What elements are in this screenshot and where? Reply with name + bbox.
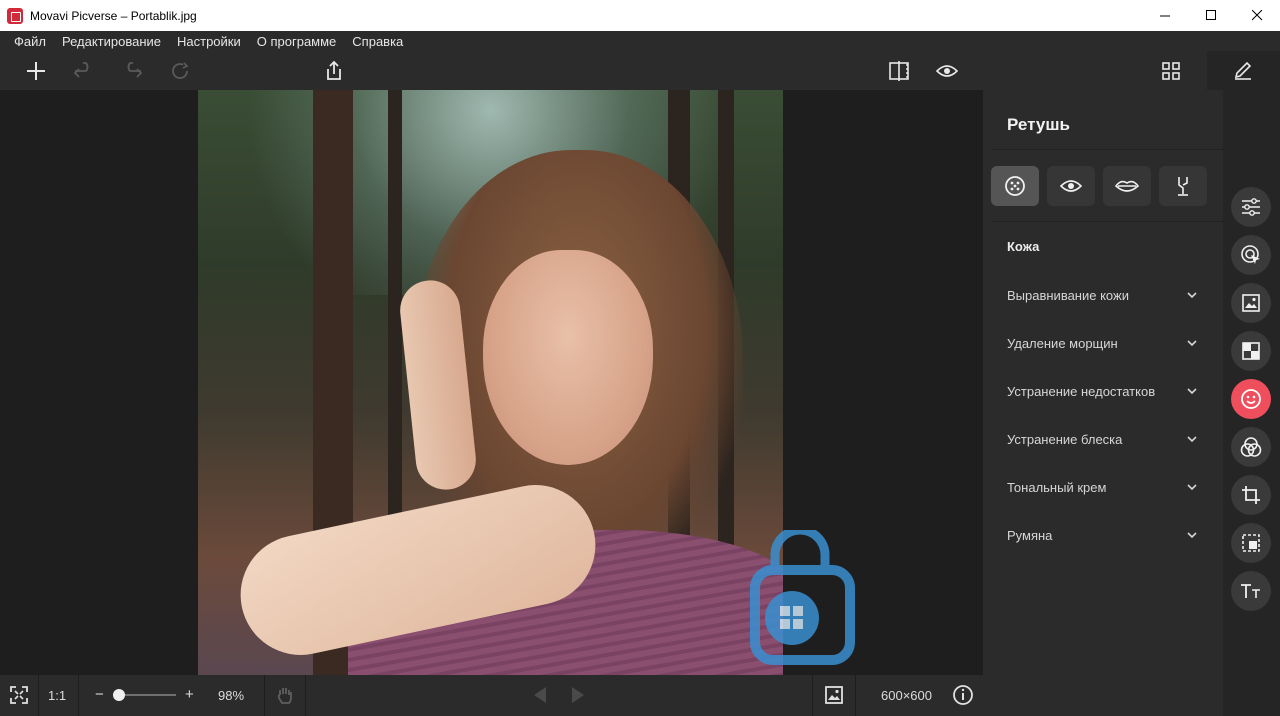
section-title-skin: Кожа — [1007, 239, 1040, 254]
hand-icon[interactable] — [276, 685, 294, 710]
bottom-divider — [812, 675, 813, 716]
panel-divider — [991, 149, 1223, 150]
chevron-down-icon — [1187, 339, 1197, 346]
adj-item-label: Устранение блеска — [1007, 431, 1123, 447]
adj-item-label: Удаление морщин — [1007, 335, 1118, 351]
chevron-down-icon — [1187, 291, 1197, 298]
text-icon[interactable] — [1231, 571, 1271, 611]
retouch-face-icon[interactable] — [1231, 379, 1271, 419]
next-arrow-icon[interactable] — [570, 686, 586, 709]
zoom-out-button[interactable]: − — [95, 686, 104, 703]
crop-icon[interactable] — [1231, 475, 1271, 515]
menu-settings[interactable]: Настройки — [169, 34, 249, 49]
maximize-icon[interactable] — [1188, 0, 1234, 31]
image-dimensions: 600×600 — [881, 688, 932, 703]
chevron-down-icon — [1187, 531, 1197, 538]
reset-icon[interactable] — [166, 57, 194, 85]
prev-arrow-icon[interactable] — [532, 686, 548, 709]
fit-screen-icon[interactable] — [9, 685, 29, 710]
adj-item-blush[interactable]: Румяна — [1007, 525, 1197, 545]
window-controls — [1142, 0, 1280, 31]
redo-icon[interactable] — [118, 57, 146, 85]
adj-item-label: Румяна — [1007, 527, 1053, 543]
filters-icon[interactable] — [1231, 427, 1271, 467]
bottom-divider — [305, 675, 306, 716]
menu-about[interactable]: О программе — [249, 34, 345, 49]
title-bar: Movavi Picverse – Portablik.jpg — [0, 0, 1280, 31]
zoom-value: 98% — [218, 688, 245, 703]
undo-icon[interactable] — [70, 57, 98, 85]
retouch-panel: Ретушь Кожа Выравнивание кожи Удаление м… — [983, 90, 1223, 716]
menu-edit[interactable]: Редактирование — [54, 34, 169, 49]
retouch-tabs — [991, 166, 1207, 206]
preview-eye-icon[interactable] — [933, 57, 961, 85]
background-icon[interactable] — [1231, 331, 1271, 371]
image-canvas[interactable] — [0, 90, 983, 675]
chevron-down-icon — [1187, 483, 1197, 490]
body-icon[interactable] — [1159, 166, 1207, 206]
menu-bar: Файл Редактирование Настройки О программ… — [0, 31, 1280, 51]
chevron-down-icon — [1187, 435, 1197, 442]
add-icon[interactable] — [22, 57, 50, 85]
lips-icon[interactable] — [1103, 166, 1151, 206]
info-icon[interactable] — [952, 684, 974, 711]
adj-item-label: Устранение недостатков — [1007, 383, 1156, 399]
close-icon[interactable] — [1234, 0, 1280, 31]
portrait-photo — [198, 90, 783, 675]
adj-item-shine-removal[interactable]: Устранение блеска — [1007, 429, 1197, 449]
eye-icon[interactable] — [1047, 166, 1095, 206]
compare-icon[interactable] — [885, 57, 913, 85]
image-icon[interactable] — [824, 685, 844, 710]
adj-item-blemish-removal[interactable]: Устранение недостатков — [1007, 381, 1197, 401]
bottom-divider — [855, 675, 856, 716]
menu-help[interactable]: Справка — [344, 34, 411, 49]
window-title: Movavi Picverse – Portablik.jpg — [30, 8, 197, 23]
main-toolbar — [0, 51, 1207, 90]
zoom-in-button[interactable]: + — [185, 686, 194, 703]
ai-select-icon[interactable] — [1231, 235, 1271, 275]
app-logo-icon — [7, 7, 23, 24]
skin-icon[interactable] — [991, 166, 1039, 206]
adj-item-label: Выравнивание кожи — [1007, 287, 1129, 303]
photo-face — [483, 250, 653, 465]
actual-size-button[interactable]: 1:1 — [48, 688, 66, 703]
bottom-divider — [38, 675, 39, 716]
bottom-divider — [78, 675, 79, 716]
adj-item-skin-smoothing[interactable]: Выравнивание кожи — [1007, 285, 1197, 305]
panel-divider — [991, 221, 1223, 222]
resize-icon[interactable] — [1231, 523, 1271, 563]
image-icon[interactable] — [1231, 283, 1271, 323]
bottom-divider — [264, 675, 265, 716]
watermark-logo — [750, 530, 855, 665]
adj-item-wrinkle-removal[interactable]: Удаление морщин — [1007, 333, 1197, 353]
adjust-sliders-icon[interactable] — [1231, 187, 1271, 227]
minimize-icon[interactable] — [1142, 0, 1188, 31]
grid-view-icon[interactable] — [1157, 57, 1185, 85]
pencil-icon[interactable] — [1229, 56, 1257, 84]
menu-file[interactable]: Файл — [6, 34, 54, 49]
chevron-down-icon — [1187, 387, 1197, 394]
adj-item-label: Тональный крем — [1007, 479, 1107, 495]
panel-title: Ретушь — [1007, 115, 1070, 134]
export-icon[interactable] — [320, 57, 348, 85]
adj-item-foundation[interactable]: Тональный крем — [1007, 477, 1197, 497]
